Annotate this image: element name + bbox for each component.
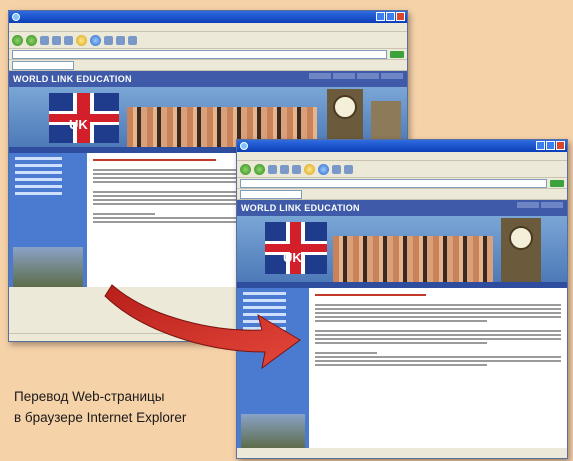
caption: Перевод Web-страницы в браузере Internet… (14, 386, 186, 428)
caption-line-1: Перевод Web-страницы (14, 389, 165, 404)
caption-line-2: в браузере Internet Explorer (14, 410, 187, 425)
